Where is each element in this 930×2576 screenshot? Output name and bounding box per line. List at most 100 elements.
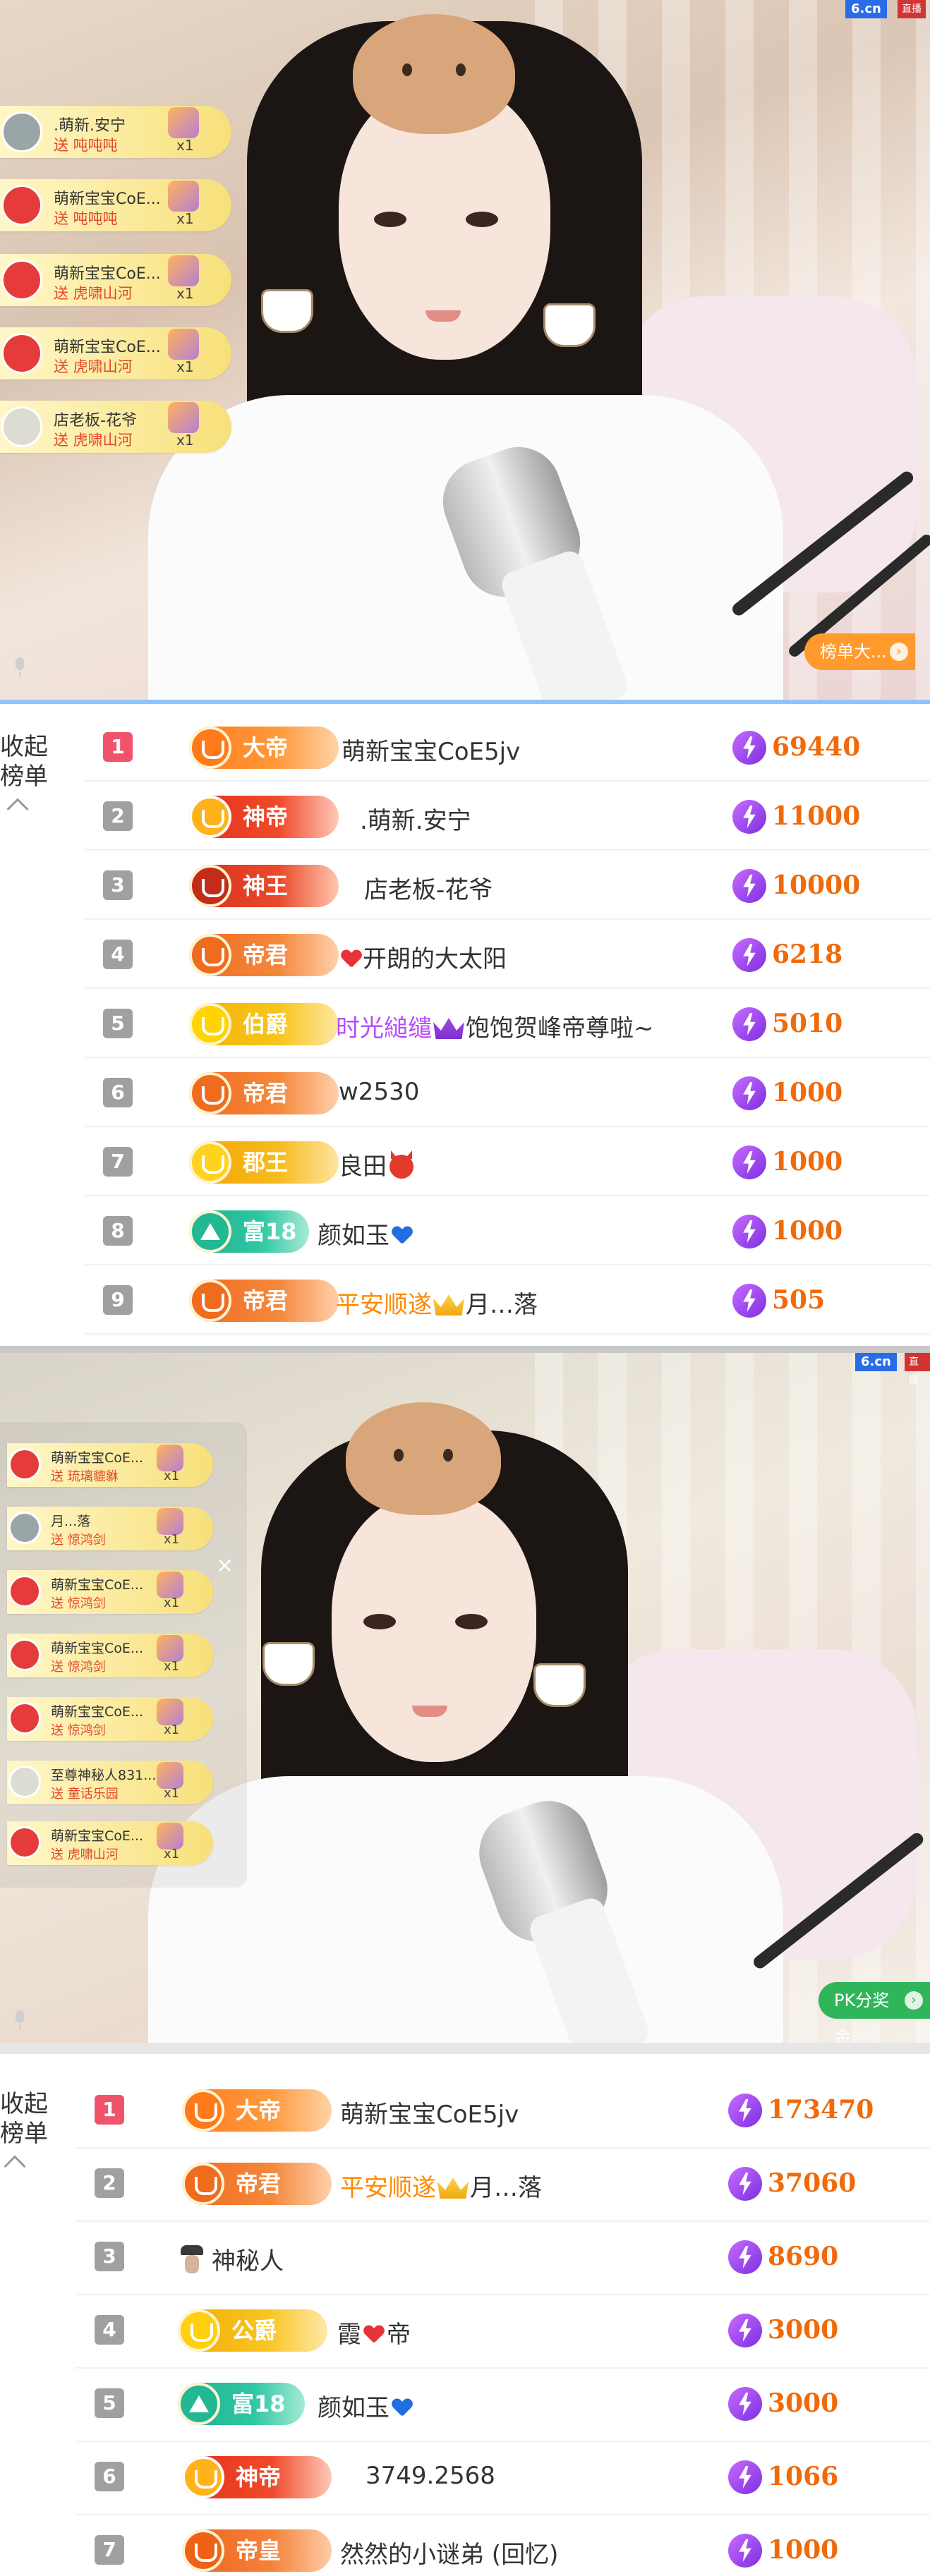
gift-icon bbox=[157, 1823, 183, 1849]
gift-notification: 月...落 送 惊鸿剑 x1 bbox=[7, 1507, 213, 1550]
level-badge: 神王 bbox=[189, 865, 339, 907]
bolt-icon bbox=[732, 1146, 766, 1179]
gift-count: x1 bbox=[176, 285, 194, 302]
chevron-up-icon[interactable] bbox=[4, 2155, 26, 2177]
rank-number: 6 bbox=[95, 2462, 124, 2491]
gift-name: 送 虎啸山河 bbox=[54, 285, 133, 302]
rank-row[interactable]: 1 大帝 萌新宝宝CoE5jv 173470 bbox=[76, 2075, 930, 2149]
gift-name: 送 吨吨吨 bbox=[54, 210, 118, 227]
bolt-icon bbox=[728, 2094, 762, 2127]
rank-row[interactable]: 6 帝君 w2530 1000 bbox=[85, 1058, 930, 1127]
gift-sender: 萌新宝宝CoE... bbox=[54, 265, 161, 283]
gift-name: 送 惊鸿剑 bbox=[51, 1723, 106, 1738]
gift-icon bbox=[157, 1699, 183, 1725]
heart-icon bbox=[364, 2326, 384, 2344]
user-name: w2530 bbox=[339, 1078, 420, 1106]
gift-sender: 至尊神秘人831... bbox=[51, 1768, 157, 1783]
close-icon[interactable]: × bbox=[216, 1553, 234, 1578]
gift-name: 送 吨吨吨 bbox=[54, 137, 118, 154]
user-name: 平安顺遂 月…落 bbox=[340, 2174, 542, 2202]
streamer-eye-left bbox=[363, 1614, 396, 1629]
pk-bonus-button[interactable]: PK分奖金 › bbox=[819, 1982, 930, 2043]
rank-row[interactable]: 7 帝皇 然然的小谜弟 (回忆) 1000 bbox=[76, 2515, 930, 2576]
user-name: 萌新宝宝CoE5jv bbox=[340, 2101, 519, 2129]
bolt-icon bbox=[732, 938, 766, 972]
rank-board-button[interactable]: 榜单大... › bbox=[804, 633, 915, 670]
rank-row[interactable]: 4 帝君 开朗的大太阳 6218 bbox=[85, 920, 930, 989]
avatar bbox=[8, 1512, 41, 1544]
coffee-cup-sticker bbox=[262, 1642, 315, 1686]
coffee-cup-sticker bbox=[543, 303, 596, 347]
bolt-icon bbox=[732, 731, 766, 765]
mystery-person-icon bbox=[178, 2245, 206, 2275]
bolt-icon bbox=[732, 1215, 766, 1248]
microphone-icon[interactable] bbox=[13, 657, 27, 679]
avatar bbox=[8, 1826, 41, 1859]
rank-row[interactable]: 5 伯爵 时光縋缱 饱饱贺峰帝尊啦~ 5010 bbox=[85, 989, 930, 1058]
rank-row[interactable]: 2 神帝 .萌新.安宁 11000 bbox=[85, 782, 930, 851]
gift-count: x1 bbox=[164, 1659, 180, 1674]
avatar bbox=[1, 333, 42, 374]
user-name: 颜如玉 bbox=[318, 1216, 413, 1251]
level-badge: 神帝 bbox=[189, 796, 339, 838]
gift-notification: 萌新宝宝CoE... 送 惊鸿剑 x1 bbox=[7, 1697, 213, 1741]
rank-number: 6 bbox=[103, 1078, 133, 1107]
rank-row[interactable]: 8 富18 颜如玉 1000 bbox=[85, 1196, 930, 1265]
gift-notification: 萌新宝宝CoE... 送 琉璃貔貅 x1 bbox=[7, 1443, 213, 1487]
bolt-icon bbox=[732, 1076, 766, 1110]
live-tag: 直播 bbox=[905, 1353, 930, 1386]
gift-notification: .萌新.安宁 送 吨吨吨 x1 bbox=[0, 106, 231, 158]
gift-name: 送 惊鸿剑 bbox=[51, 1533, 106, 1548]
blue-heart-icon bbox=[392, 1227, 412, 1245]
gift-icon bbox=[168, 402, 199, 433]
gift-notification: 至尊神秘人831... 送 童话乐园 x1 bbox=[7, 1761, 213, 1804]
rank-number: 3 bbox=[95, 2242, 124, 2271]
rank-number: 2 bbox=[95, 2168, 124, 2198]
gold-crown-icon bbox=[433, 1294, 464, 1316]
rank-row[interactable]: 5 富18 颜如玉 3000 bbox=[76, 2369, 930, 2442]
rank-row[interactable]: 7 郡王 良田 1000 bbox=[85, 1127, 930, 1196]
chevron-up-icon[interactable] bbox=[6, 798, 29, 820]
gift-name: 送 惊鸿剑 bbox=[51, 1596, 106, 1611]
rank-row[interactable]: 4 公爵 霞帝 3000 bbox=[76, 2295, 930, 2369]
user-name: 颜如玉 bbox=[318, 2388, 413, 2423]
gift-count: x1 bbox=[164, 1847, 180, 1861]
rank-list-2: 收起 榜单 1 大帝 萌新宝宝CoE5jv 173470 2 帝君 平安顺遂 月…落… bbox=[0, 2043, 930, 2576]
rank-row[interactable]: 6 神帝 3749.2568 1066 bbox=[76, 2442, 930, 2515]
level-badge: 帝君 bbox=[189, 934, 339, 976]
gift-notification: 萌新宝宝CoE... 送 惊鸿剑 x1 bbox=[7, 1634, 213, 1677]
microphone-icon[interactable] bbox=[13, 2010, 27, 2031]
gift-name: 送 琉璃貔貅 bbox=[51, 1469, 119, 1484]
rank-row[interactable]: 1 大帝 萌新宝宝CoE5jv 69440 bbox=[85, 712, 930, 782]
gift-icon bbox=[157, 1445, 183, 1471]
gift-count: x1 bbox=[164, 1723, 180, 1737]
avatar bbox=[8, 1639, 41, 1671]
user-name: 萌新宝宝CoE5jv bbox=[342, 738, 521, 766]
rank-row[interactable]: 9 帝君 平安顺遂 月…落 505 bbox=[85, 1265, 930, 1335]
rank-row[interactable]: 3 神秘人 8690 bbox=[76, 2222, 930, 2295]
gift-icon bbox=[157, 1762, 183, 1789]
streamer-eye-right bbox=[455, 1614, 488, 1629]
bolt-icon bbox=[732, 1284, 766, 1318]
level-badge: 帝君 bbox=[189, 1280, 339, 1322]
gift-sender: 萌新宝宝CoE... bbox=[51, 1641, 144, 1656]
user-name: 店老板-花爷 bbox=[364, 876, 493, 904]
crown-icon bbox=[433, 1018, 464, 1039]
rank-number: 4 bbox=[103, 940, 133, 969]
live-video-1[interactable]: 6.cn 直播 .萌新.安宁 送 吨吨吨 x1 萌新宝宝CoE... 送 吨吨吨… bbox=[0, 0, 930, 700]
collapse-rank-button[interactable]: 收起 榜单 bbox=[0, 2089, 48, 2149]
gift-sender: 萌新宝宝CoE... bbox=[54, 190, 161, 208]
collapse-rank-button[interactable]: 收起 榜单 bbox=[0, 732, 48, 791]
gift-count: x1 bbox=[164, 1469, 180, 1483]
avatar bbox=[1, 260, 42, 300]
user-name: 平安顺遂 月…落 bbox=[336, 1291, 538, 1319]
rank-row[interactable]: 3 神王 店老板-花爷 10000 bbox=[85, 851, 930, 920]
bolt-icon bbox=[732, 869, 766, 903]
level-badge: 大帝 bbox=[189, 727, 339, 769]
gift-count: x1 bbox=[164, 1786, 180, 1801]
user-name: 霞帝 bbox=[337, 2321, 411, 2349]
rank-row[interactable]: 2 帝君 平安顺遂 月…落 37060 bbox=[76, 2149, 930, 2222]
gift-sender: 萌新宝宝CoE... bbox=[51, 1828, 144, 1844]
user-name: 然然的小谜弟 (回忆) bbox=[340, 2541, 559, 2569]
gift-count: x1 bbox=[176, 210, 194, 227]
